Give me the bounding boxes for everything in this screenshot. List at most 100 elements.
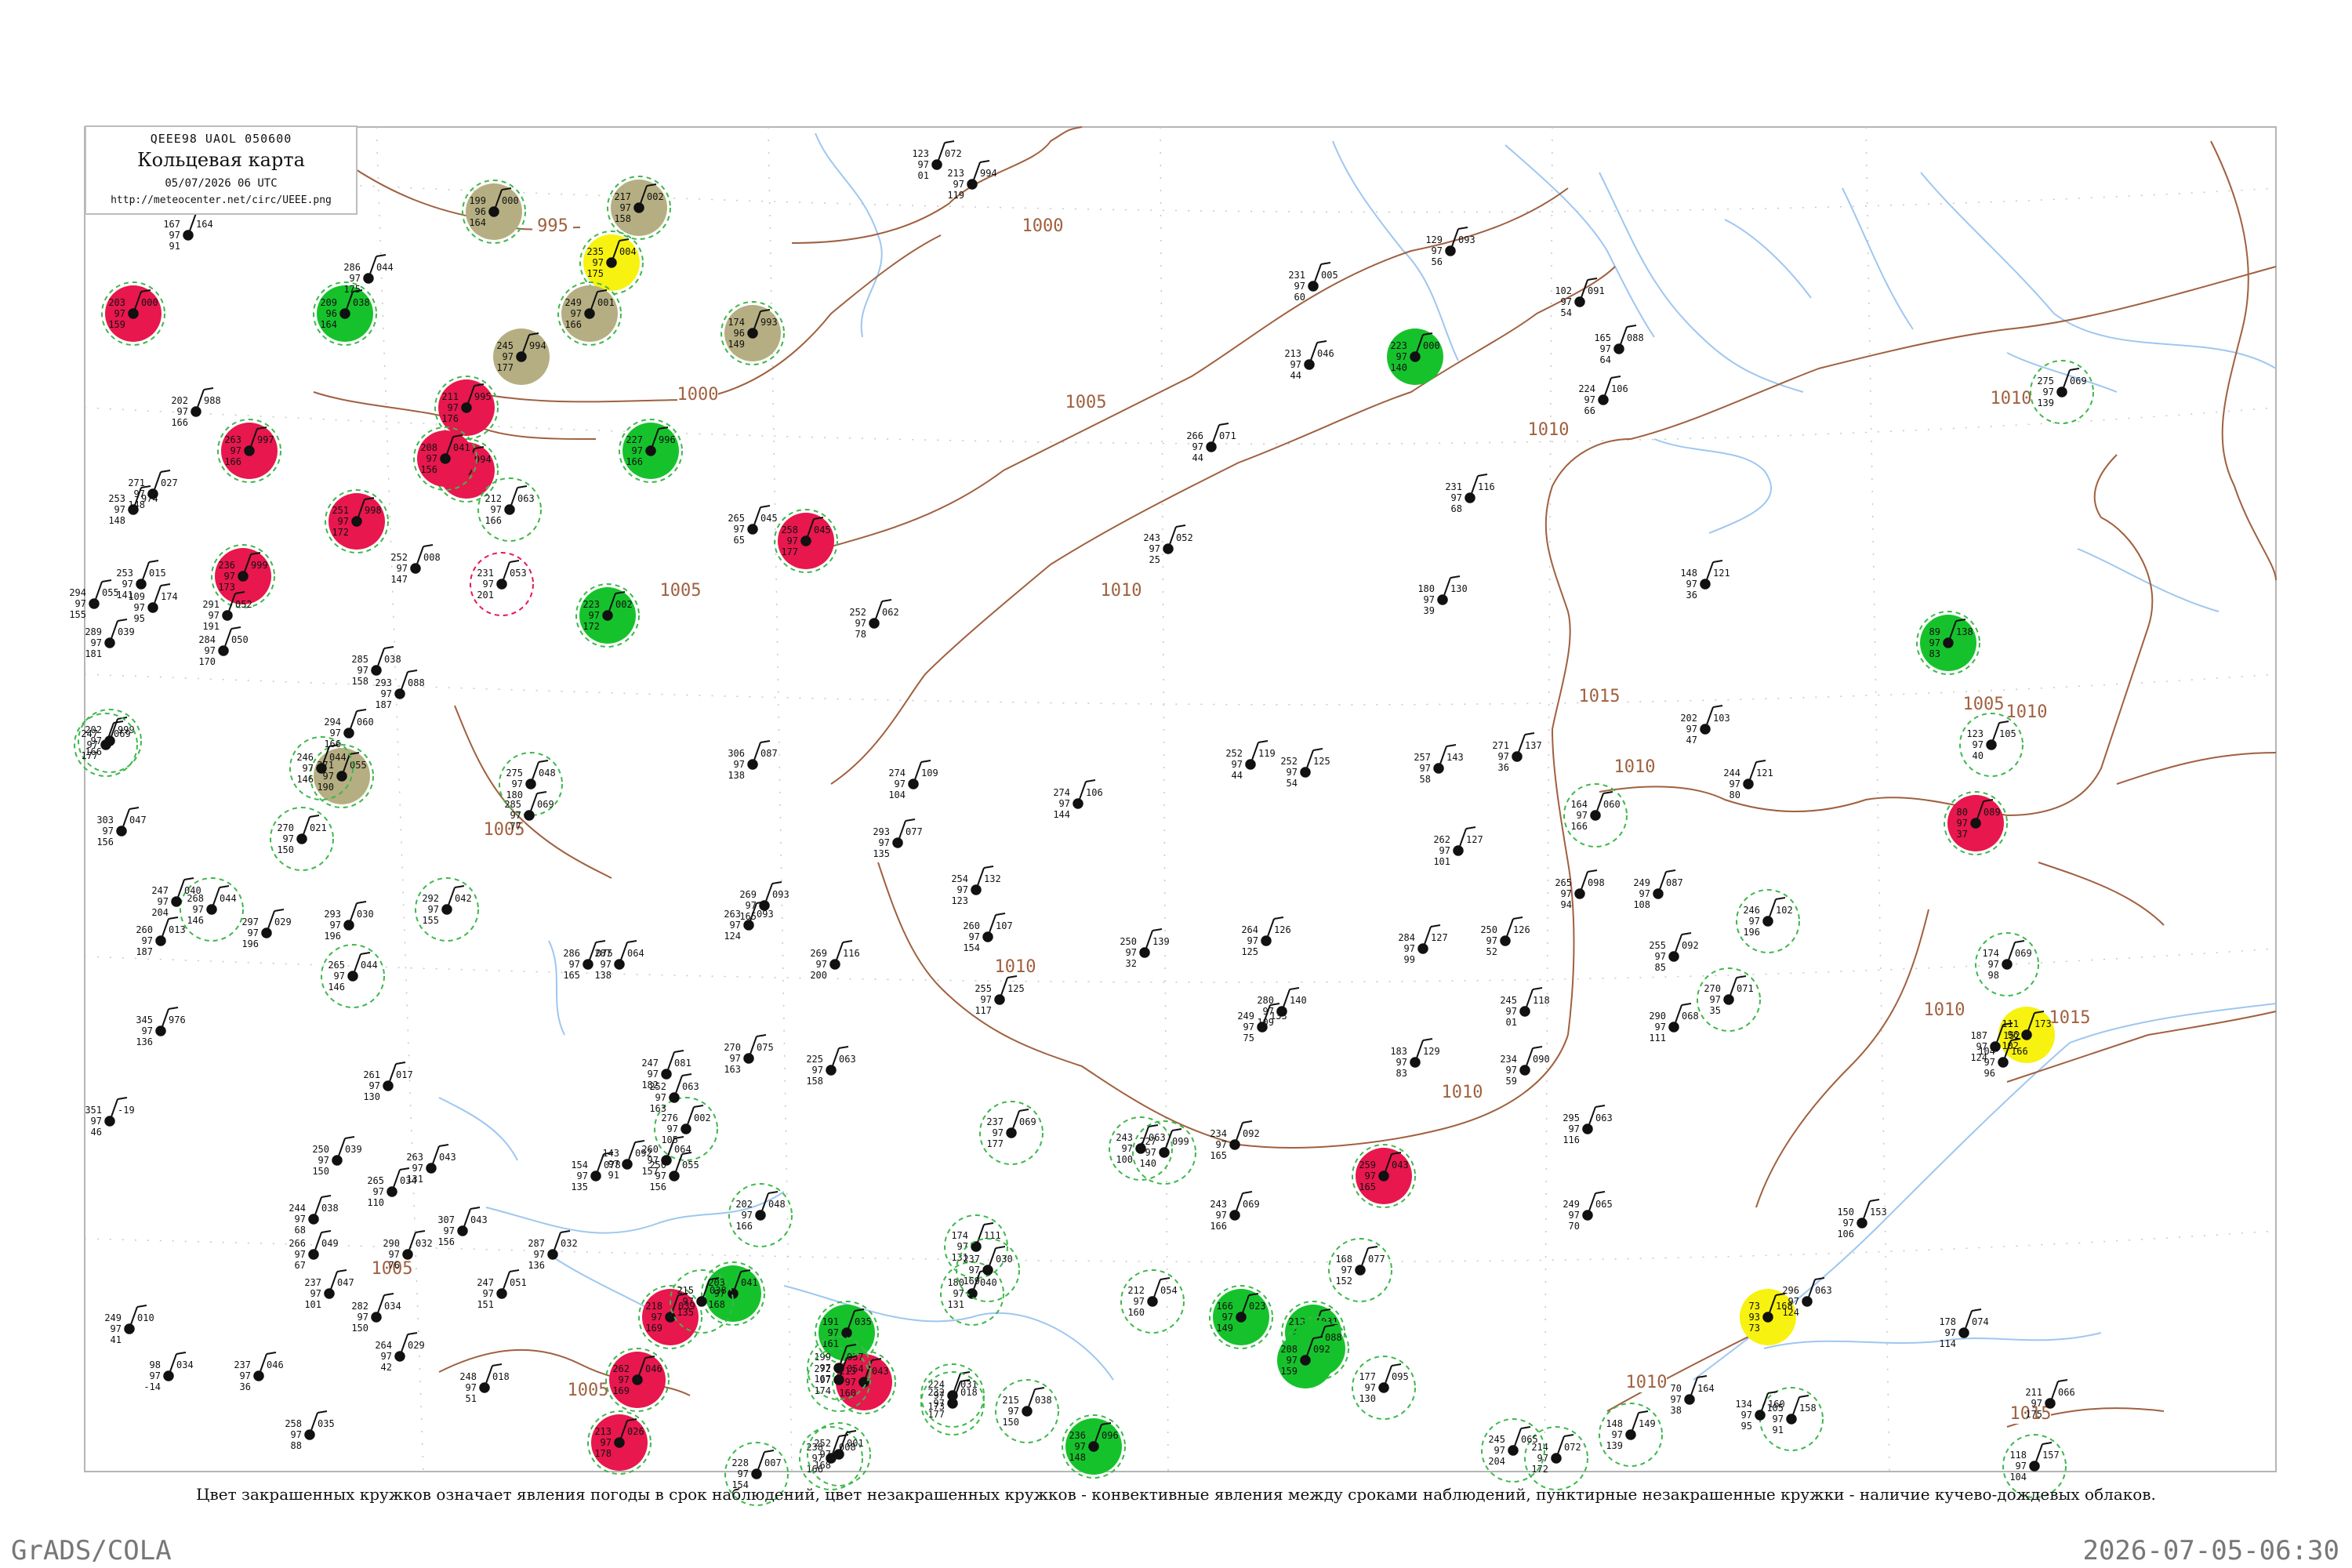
cloud-cover-icon (1300, 767, 1311, 778)
station-visibility: 150 (351, 1323, 368, 1334)
station-visibility: 177 (496, 362, 514, 373)
station-pressure: 021 (310, 822, 327, 833)
station-temperature: 252 (390, 552, 408, 563)
station-temperature: 270 (1704, 983, 1721, 994)
cloud-cover-icon (622, 1159, 633, 1170)
cloud-cover-icon (982, 931, 993, 942)
station-pressure: 125 (1007, 983, 1025, 994)
cloud-cover-icon (1802, 1296, 1813, 1307)
station-visibility: 172 (583, 621, 600, 632)
station-temperature: 294 (324, 717, 341, 728)
cloud-cover-icon (826, 1065, 837, 1076)
footer-right: 2026-07-05-06:30 (2082, 1535, 2339, 1566)
station-visibility: 44 (1290, 370, 1301, 381)
station-visibility: 155 (69, 609, 86, 620)
station-temperature: 250 (1480, 924, 1497, 935)
station-pressure: 081 (674, 1058, 691, 1069)
station-visibility: 119 (947, 190, 964, 201)
station-dewpoint-depression: 97 (358, 665, 368, 676)
station-temperature: 213 (594, 1426, 612, 1437)
legend-url: http://meteocenter.net/circ/UEEE.png (111, 194, 332, 206)
station-dewpoint-depression: 97 (667, 1123, 678, 1134)
station-temperature: 269 (739, 889, 757, 900)
station-pressure: 102 (1776, 905, 1793, 916)
station-plot[interactable]: 20897 092 159 (1277, 1332, 1334, 1388)
station-visibility: 135 (873, 848, 890, 859)
station-dewpoint-depression: 97 (1945, 1327, 1956, 1338)
station-dewpoint-depression: 97 (1494, 1445, 1505, 1456)
station-visibility: 116 (1563, 1134, 1580, 1145)
station-visibility: 150 (1002, 1417, 1019, 1428)
station-visibility: 144 (1053, 809, 1070, 820)
station-temperature: 262 (612, 1363, 630, 1374)
station-temperature: 264 (1241, 924, 1258, 935)
station-pressure: 098 (1588, 877, 1605, 888)
station-temperature: 275 (2037, 376, 2054, 387)
cloud-cover-icon (669, 1171, 680, 1181)
station-pressure: 093 (1458, 234, 1475, 245)
station-plot[interactable]: 24597 994 177 (493, 328, 550, 385)
station-temperature: 260 (136, 924, 153, 935)
station-temperature: 213 (947, 168, 964, 179)
station-visibility: 152 (1335, 1276, 1352, 1287)
cloud-cover-icon (1653, 888, 1664, 899)
cloud-cover-icon (547, 1249, 558, 1260)
cloud-cover-icon (841, 1327, 852, 1338)
station-visibility: 166 (1210, 1221, 1227, 1232)
station-visibility: 166 (626, 456, 643, 467)
station-temperature: 237 (304, 1277, 321, 1288)
station-visibility: 104 (888, 789, 906, 800)
isobar-label: 1005 (1963, 695, 2005, 714)
station-visibility: 68 (295, 1225, 306, 1236)
station-pressure: 038 (321, 1203, 339, 1214)
station-pressure: 044 (329, 752, 347, 763)
station-dewpoint-depression: 97 (1247, 935, 1258, 946)
station-visibility: 70 (1569, 1221, 1580, 1232)
station-dewpoint-depression: 97 (1404, 943, 1415, 954)
station-visibility: 175 (586, 268, 604, 279)
station-dewpoint-depression: 97 (91, 1116, 102, 1127)
station-pressure: 038 (353, 297, 370, 308)
station-dewpoint-depression: 97 (1126, 947, 1137, 958)
station-dewpoint-depression: 97 (812, 1065, 823, 1076)
cloud-cover-icon (2002, 959, 2013, 970)
station-pressure: 045 (760, 513, 778, 524)
station-temperature: 264 (375, 1340, 392, 1351)
station-temperature: 177 (1359, 1371, 1376, 1382)
station-temperature: 225 (806, 1054, 823, 1065)
station-pressure: 045 (814, 524, 831, 535)
station-temperature: 180 (1417, 583, 1435, 594)
station-pressure: 087 (760, 748, 778, 759)
cloud-cover-icon (371, 1312, 382, 1323)
cloud-cover-icon (1236, 1312, 1247, 1323)
station-dewpoint-depression: 97 (1788, 1296, 1799, 1307)
station-temperature: 306 (728, 748, 745, 759)
station-pressure: 065 (1521, 1434, 1538, 1445)
station-visibility: 47 (1686, 735, 1697, 746)
station-temperature: 290 (383, 1238, 400, 1249)
station-visibility: 25 (1149, 554, 1160, 565)
station-pressure: 048 (768, 1199, 786, 1210)
station-pressure: 001 (847, 1438, 864, 1449)
station-pressure: 000 (141, 297, 158, 308)
station-visibility: 165 (739, 911, 757, 922)
cloud-cover-icon (316, 763, 327, 774)
cloud-cover-icon (751, 1468, 762, 1479)
station-temperature: 270 (724, 1042, 741, 1053)
station-visibility: 175 (343, 284, 361, 295)
station-dewpoint-depression: 97 (1584, 394, 1595, 405)
station-dewpoint-depression: 97 (1243, 1022, 1254, 1033)
station-plot[interactable]: 22397 000 140 (1387, 328, 1443, 385)
cloud-cover-icon (1786, 1414, 1797, 1425)
station-dewpoint-depression: 97 (879, 837, 890, 848)
cloud-cover-icon (1998, 1057, 2009, 1068)
station-dewpoint-depression: 97 (1059, 798, 1070, 809)
station-visibility: 36 (1498, 762, 1509, 773)
cloud-cover-icon (347, 971, 358, 982)
station-dewpoint-depression: 97 (230, 445, 241, 456)
station-dewpoint-depression: 97 (350, 273, 361, 284)
station-dewpoint-depression: 97 (934, 1398, 945, 1409)
station-pressure: 046 (645, 1363, 662, 1374)
cloud-cover-icon (128, 504, 139, 515)
station-visibility: 78 (855, 629, 866, 640)
